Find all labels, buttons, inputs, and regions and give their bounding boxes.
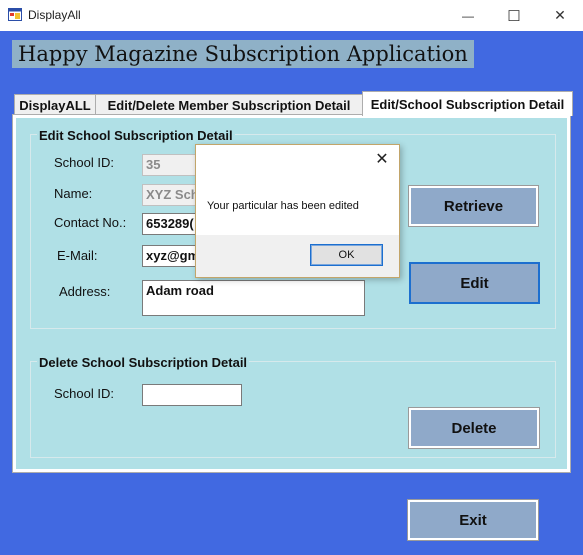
retrieve-button-label: Retrieve (443, 197, 504, 215)
ok-button[interactable]: OK (310, 244, 383, 266)
delete-button[interactable]: Delete (409, 408, 539, 448)
app-title: Happy Magazine Subscription Application (12, 40, 474, 68)
name-label: Name: (54, 186, 93, 201)
delete-school-id-label: School ID: (54, 386, 114, 401)
delete-button-label: Delete (451, 419, 497, 437)
minimize-icon: — (462, 8, 474, 23)
tab-label: Edit/School Subscription Detail (370, 96, 565, 112)
email-field[interactable]: xyz@gm (142, 245, 202, 267)
contact-no-field[interactable]: 653289( (142, 213, 202, 235)
dialog-message: Your particular has been edited (207, 200, 359, 212)
delete-school-id-input[interactable] (142, 384, 242, 406)
tab-edit-delete-member[interactable]: Edit/Delete Member Subscription Detail (95, 94, 363, 115)
edit-button[interactable]: Edit (409, 262, 540, 304)
school-id-field[interactable]: 35 (142, 154, 202, 176)
contact-no-label: Contact No.: (54, 215, 127, 230)
school-id-label: School ID: (54, 155, 114, 170)
address-field[interactable]: Adam road (142, 280, 365, 316)
tab-edit-school[interactable]: Edit/School Subscription Detail (362, 91, 573, 116)
edit-group-title: Edit School Subscription Detail (37, 128, 235, 143)
exit-button[interactable]: Exit (408, 500, 538, 540)
minimize-button[interactable]: — (445, 0, 491, 31)
retrieve-button[interactable]: Retrieve (409, 186, 538, 226)
maximize-button[interactable]: ☐ (491, 0, 537, 31)
tab-label: DisplayALL (19, 97, 91, 113)
tab-displayall[interactable]: DisplayALL (14, 94, 96, 115)
address-label: Address: (59, 284, 111, 299)
main-window: DisplayAll — ☐ ✕ Happy Magazine Subscrip… (0, 0, 583, 555)
close-icon: ✕ (375, 151, 389, 168)
ok-button-label: OK (338, 249, 355, 261)
delete-group-title: Delete School Subscription Detail (37, 355, 250, 370)
exit-button-label: Exit (459, 511, 487, 529)
close-icon: ✕ (554, 7, 566, 23)
window-title: DisplayAll (28, 8, 81, 22)
dialog-footer: OK (196, 235, 399, 277)
tab-label: Edit/Delete Member Subscription Detail (107, 97, 351, 113)
window-app-icon (8, 8, 22, 21)
maximize-icon: ☐ (507, 7, 521, 25)
name-field[interactable]: XYZ Sch (142, 184, 202, 206)
edit-button-label: Edit (460, 274, 489, 292)
dialog-close-button[interactable]: ✕ (371, 148, 393, 170)
email-label: E-Mail: (57, 248, 98, 263)
title-bar[interactable]: DisplayAll — ☐ ✕ (0, 0, 583, 31)
close-button[interactable]: ✕ (537, 0, 583, 31)
message-dialog: ✕ Your particular has been edited OK (195, 144, 400, 278)
